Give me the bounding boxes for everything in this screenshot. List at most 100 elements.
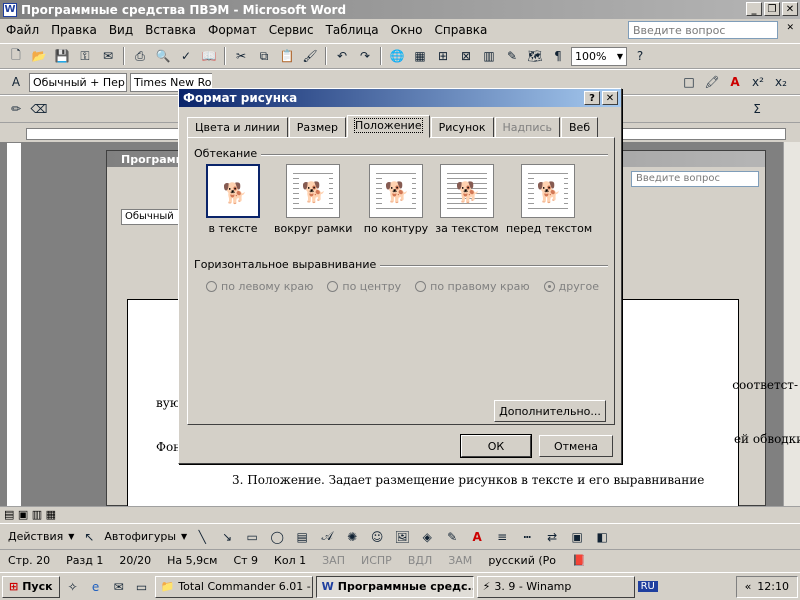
redo-icon[interactable]: ↷ (355, 46, 375, 66)
columns-icon[interactable]: ▥ (479, 46, 499, 66)
highlight-icon[interactable]: 🖍 (702, 72, 722, 92)
tab-web[interactable]: Веб (561, 117, 599, 138)
menu-format[interactable]: Формат (202, 23, 263, 37)
menu-view[interactable]: Вид (103, 23, 139, 37)
vertical-ruler[interactable] (6, 142, 22, 508)
pencil-icon[interactable]: ✏ (6, 99, 26, 119)
autoshapes-menu[interactable]: Автофигуры (104, 530, 176, 543)
quicklaunch-icon[interactable]: ✧ (63, 577, 83, 597)
ok-button[interactable]: ОК (460, 434, 532, 458)
picture-icon[interactable]: 🖼 (392, 527, 412, 547)
undo-icon[interactable]: ↶ (332, 46, 352, 66)
align-center-radio[interactable]: по центру (327, 280, 401, 293)
outlook-icon[interactable]: ✉ (109, 577, 129, 597)
desktop-icon[interactable]: ▭ (132, 577, 152, 597)
advanced-button[interactable]: Дополнительно... (494, 400, 606, 422)
wrap-behind-text[interactable]: 🐕 за текстом (432, 164, 502, 235)
insert-table-icon[interactable]: ⊞ (433, 46, 453, 66)
line-tool-icon[interactable]: ╲ (192, 527, 212, 547)
save-icon[interactable]: 💾 (52, 46, 72, 66)
style-select[interactable]: Обычный + Пер▼ (29, 72, 127, 92)
task-winamp[interactable]: ⚡ 3. 9 - Winamp (476, 575, 635, 598)
clipart-icon[interactable]: ☺ (367, 527, 387, 547)
hyperlink-icon[interactable]: 🌐 (387, 46, 407, 66)
wordart-icon[interactable]: 𝒜 (317, 527, 337, 547)
clock[interactable]: 12:10 (757, 580, 789, 593)
draw-actions-menu[interactable]: Действия (8, 530, 63, 543)
print-icon[interactable]: ⎙ (130, 46, 150, 66)
cut-icon[interactable]: ✂ (231, 46, 251, 66)
font-color-icon[interactable]: A (725, 72, 745, 92)
drawing-icon[interactable]: ✎ (502, 46, 522, 66)
wrap-tight[interactable]: 🐕 по контуру (356, 164, 436, 235)
spelling-icon[interactable]: ✓ (176, 46, 196, 66)
wrap-in-front-of-text[interactable]: 🐕 перед текстом (506, 164, 592, 235)
font-color-icon[interactable]: A (467, 527, 487, 547)
tab-layout[interactable]: Положение (347, 115, 430, 138)
tray-expand-icon[interactable]: « (745, 580, 752, 593)
menu-file[interactable]: Файл (0, 23, 45, 37)
research-icon[interactable]: 📖 (199, 46, 219, 66)
menu-table[interactable]: Таблица (320, 23, 385, 37)
email-icon[interactable]: ✉ (98, 46, 118, 66)
fill-color-icon[interactable]: ◈ (417, 527, 437, 547)
view-buttons-icon[interactable]: ▤ ▣ ▥ ▦ (4, 508, 56, 521)
format-painter-icon[interactable]: 🖌 (300, 46, 320, 66)
ie-icon[interactable]: e (86, 577, 106, 597)
horizontal-scrollbar[interactable]: ▤ ▣ ▥ ▦ (0, 506, 800, 523)
tab-picture[interactable]: Рисунок (430, 117, 494, 138)
status-rec[interactable]: ЗАП (314, 554, 353, 567)
border-icon[interactable]: □ (679, 72, 699, 92)
menu-tools[interactable]: Сервис (263, 23, 320, 37)
dialog-help-button[interactable]: ? (584, 91, 600, 105)
menu-insert[interactable]: Вставка (139, 23, 202, 37)
close-doc-icon[interactable]: ✕ (786, 23, 794, 33)
status-trk[interactable]: ИСПР (353, 554, 400, 567)
cancel-button[interactable]: Отмена (539, 435, 613, 457)
align-left-radio[interactable]: по левому краю (206, 280, 313, 293)
status-ext[interactable]: ВДЛ (400, 554, 440, 567)
status-ovr[interactable]: ЗАМ (440, 554, 480, 567)
help-search-input[interactable]: Введите вопрос (628, 21, 778, 39)
eraser-icon[interactable]: ⌫ (29, 99, 49, 119)
task-total-commander[interactable]: 📁 Total Commander 6.01 - ... (154, 575, 313, 598)
rectangle-tool-icon[interactable]: ▭ (242, 527, 262, 547)
zoom-select[interactable]: 100% ▼ (571, 46, 627, 66)
open-folder-icon[interactable]: 📂 (29, 46, 49, 66)
align-right-radio[interactable]: по правому краю (415, 280, 530, 293)
sum-icon[interactable]: Σ (747, 99, 767, 119)
dialog-close-button[interactable]: ✕ (602, 91, 618, 105)
start-button[interactable]: ⊞ Пуск (2, 575, 60, 598)
arrow-style-icon[interactable]: ⇄ (542, 527, 562, 547)
styles-icon[interactable]: A (6, 72, 26, 92)
tab-size[interactable]: Размер (288, 117, 347, 138)
menu-window[interactable]: Окно (385, 23, 429, 37)
3d-icon[interactable]: ◧ (592, 527, 612, 547)
diagram-icon[interactable]: ✺ (342, 527, 362, 547)
dash-style-icon[interactable]: ┅ (517, 527, 537, 547)
paste-icon[interactable]: 📋 (277, 46, 297, 66)
textbox-icon[interactable]: ▤ (292, 527, 312, 547)
print-preview-icon[interactable]: 🔍 (153, 46, 173, 66)
tables-borders-icon[interactable]: ▦ (410, 46, 430, 66)
menu-help[interactable]: Справка (429, 23, 494, 37)
wrap-square[interactable]: 🐕 вокруг рамки (274, 164, 352, 235)
subscript-icon[interactable]: x₂ (771, 72, 791, 92)
copy-icon[interactable]: ⧉ (254, 46, 274, 66)
menu-edit[interactable]: Правка (45, 23, 103, 37)
line-style-icon[interactable]: ≡ (492, 527, 512, 547)
vertical-scrollbar[interactable] (783, 142, 800, 508)
help-icon[interactable]: ? (630, 46, 650, 66)
tab-colors-lines[interactable]: Цвета и линии (187, 117, 288, 138)
task-word[interactable]: W Программные средс... (315, 575, 474, 598)
insert-excel-icon[interactable]: ⊠ (456, 46, 476, 66)
language-indicator[interactable]: RU (637, 581, 658, 592)
superscript-icon[interactable]: x² (748, 72, 768, 92)
new-doc-icon[interactable]: 🗋 (6, 46, 26, 66)
line-color-icon[interactable]: ✎ (442, 527, 462, 547)
align-other-radio[interactable]: другое (543, 280, 599, 293)
spelling-status-icon[interactable]: 📕 (564, 554, 594, 567)
restore-button[interactable]: ❐ (764, 2, 780, 16)
shadow-icon[interactable]: ▣ (567, 527, 587, 547)
arrow-tool-icon[interactable]: ↘ (217, 527, 237, 547)
